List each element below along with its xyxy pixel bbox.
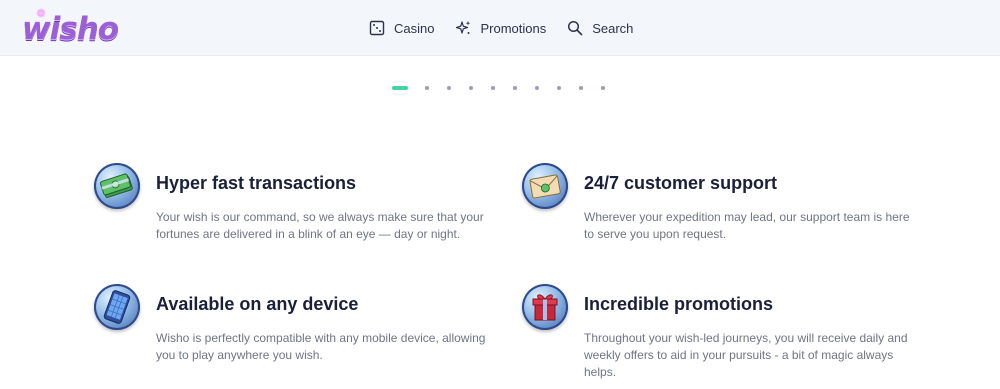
nav-item-promotions[interactable]: Promotions (454, 19, 546, 37)
feature-description: Wisho is perfectly compatible with any m… (156, 331, 486, 362)
money-stack-icon (94, 163, 140, 209)
feature-title: 24/7 customer support (584, 173, 778, 193)
carousel-dot[interactable] (579, 86, 583, 90)
nav-label-casino: Casino (394, 20, 435, 36)
carousel-pagination (392, 86, 623, 90)
gift-icon (522, 284, 568, 330)
sparkles-icon (454, 19, 472, 37)
top-navigation-bar: wisho Casino Promotions Search (0, 0, 1000, 56)
feature-title: Available on any device (156, 294, 359, 314)
feature-title: Incredible promotions (584, 294, 774, 314)
nav-label-search: Search (592, 20, 634, 36)
carousel-dot[interactable] (469, 86, 473, 90)
carousel-dot[interactable] (392, 86, 408, 90)
mobile-device-icon (94, 284, 140, 330)
carousel-dot[interactable] (557, 86, 561, 90)
feature-description: Throughout your wish-led journeys, you w… (584, 331, 908, 379)
main-nav: Casino Promotions Search (368, 0, 653, 56)
carousel-dot[interactable] (447, 86, 451, 90)
carousel-dot[interactable] (513, 86, 517, 90)
nav-item-search[interactable]: Search (566, 19, 633, 37)
wisho-logo[interactable]: wisho (22, 12, 119, 46)
envelope-icon (522, 163, 568, 209)
search-icon (566, 19, 584, 37)
carousel-dot[interactable] (601, 86, 605, 90)
feature-description: Your wish is our command, so we always m… (156, 210, 484, 241)
carousel-dot[interactable] (425, 86, 429, 90)
nav-label-promotions: Promotions (480, 20, 547, 36)
carousel-dot[interactable] (491, 86, 495, 90)
feature-title: Hyper fast transactions (156, 173, 357, 193)
feature-description: Wherever your expedition may lead, our s… (584, 210, 910, 241)
nav-item-casino[interactable]: Casino (368, 19, 434, 37)
dice-icon (368, 19, 386, 37)
logo-sparkle-icon (36, 8, 46, 18)
carousel-dot[interactable] (535, 86, 539, 90)
